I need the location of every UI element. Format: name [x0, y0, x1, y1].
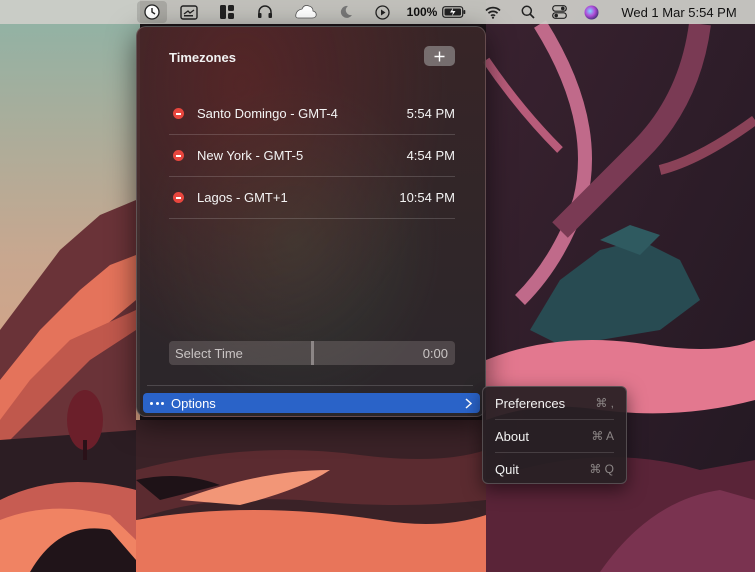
select-time-value: 0:00 — [422, 346, 448, 361]
add-timezone-button[interactable] — [424, 46, 455, 66]
remove-timezone-icon[interactable] — [173, 150, 184, 161]
slider-handle[interactable] — [311, 341, 314, 365]
battery-percentage: 100% — [404, 0, 440, 24]
timezone-time: 10:54 PM — [399, 190, 455, 205]
siri-icon[interactable] — [580, 0, 602, 24]
options-submenu: Preferences ⌘ , About ⌘ A Quit ⌘ Q — [482, 386, 627, 484]
more-dots-icon — [150, 401, 164, 405]
screen-share-icon[interactable] — [176, 0, 202, 24]
about-menu-item[interactable]: About ⌘ A — [483, 424, 628, 448]
play-icon[interactable] — [370, 0, 394, 24]
options-label: Options — [171, 395, 216, 411]
select-time-slider[interactable]: Select Time 0:00 — [169, 341, 455, 365]
battery-icon[interactable] — [441, 0, 467, 24]
menubar-clock[interactable]: Wed 1 Mar 5:54 PM — [608, 0, 750, 24]
moon-icon[interactable] — [334, 0, 358, 24]
headphones-icon[interactable] — [252, 0, 278, 24]
plus-icon — [434, 51, 445, 61]
battery-percent-text: 100% — [406, 5, 438, 19]
timezone-name: Santo Domingo - GMT-4 — [197, 106, 338, 121]
timezone-name: New York - GMT-5 — [197, 148, 304, 163]
quit-menu-item[interactable]: Quit ⌘ Q — [483, 457, 628, 481]
preferences-menu-item[interactable]: Preferences ⌘ , — [483, 391, 628, 415]
cloud-icon[interactable] — [292, 0, 320, 24]
window-layout-icon[interactable] — [214, 0, 240, 24]
menu-item-label: Quit — [495, 461, 519, 477]
options-menu-item[interactable]: Options — [143, 393, 480, 413]
menu-item-shortcut: ⌘ , — [595, 396, 614, 410]
timezones-popover: Timezones Santo Domingo - GMT-4 5:54 PM … — [136, 26, 486, 417]
menu-item-shortcut: ⌘ A — [591, 429, 614, 443]
control-center-icon[interactable] — [548, 0, 570, 24]
timezone-time: 4:54 PM — [406, 148, 455, 163]
remove-timezone-icon[interactable] — [173, 108, 184, 119]
timezone-list: Santo Domingo - GMT-4 5:54 PM New York -… — [169, 93, 455, 219]
timezone-name: Lagos - GMT+1 — [197, 190, 288, 205]
timezone-row[interactable]: New York - GMT-5 4:54 PM — [169, 135, 455, 177]
menu-separator — [495, 452, 614, 453]
wifi-icon[interactable] — [482, 0, 504, 24]
popover-title: Timezones — [169, 50, 236, 65]
remove-timezone-icon[interactable] — [173, 192, 184, 203]
divider — [147, 385, 473, 386]
timezones-app-icon[interactable] — [137, 1, 167, 23]
menu-bar: 100% Wed 1 Mar 5:54 PM — [0, 0, 755, 24]
menu-item-shortcut: ⌘ Q — [589, 462, 614, 476]
menu-item-label: About — [495, 428, 529, 444]
menu-item-label: Preferences — [495, 395, 566, 411]
select-time-label: Select Time — [175, 346, 243, 361]
chevron-right-icon — [465, 397, 472, 409]
timezone-time: 5:54 PM — [406, 106, 455, 121]
clock-text: Wed 1 Mar 5:54 PM — [621, 4, 737, 20]
menu-separator — [495, 419, 614, 420]
timezone-row[interactable]: Lagos - GMT+1 10:54 PM — [169, 177, 455, 219]
spotlight-search-icon[interactable] — [517, 0, 539, 24]
timezone-row[interactable]: Santo Domingo - GMT-4 5:54 PM — [169, 93, 455, 135]
